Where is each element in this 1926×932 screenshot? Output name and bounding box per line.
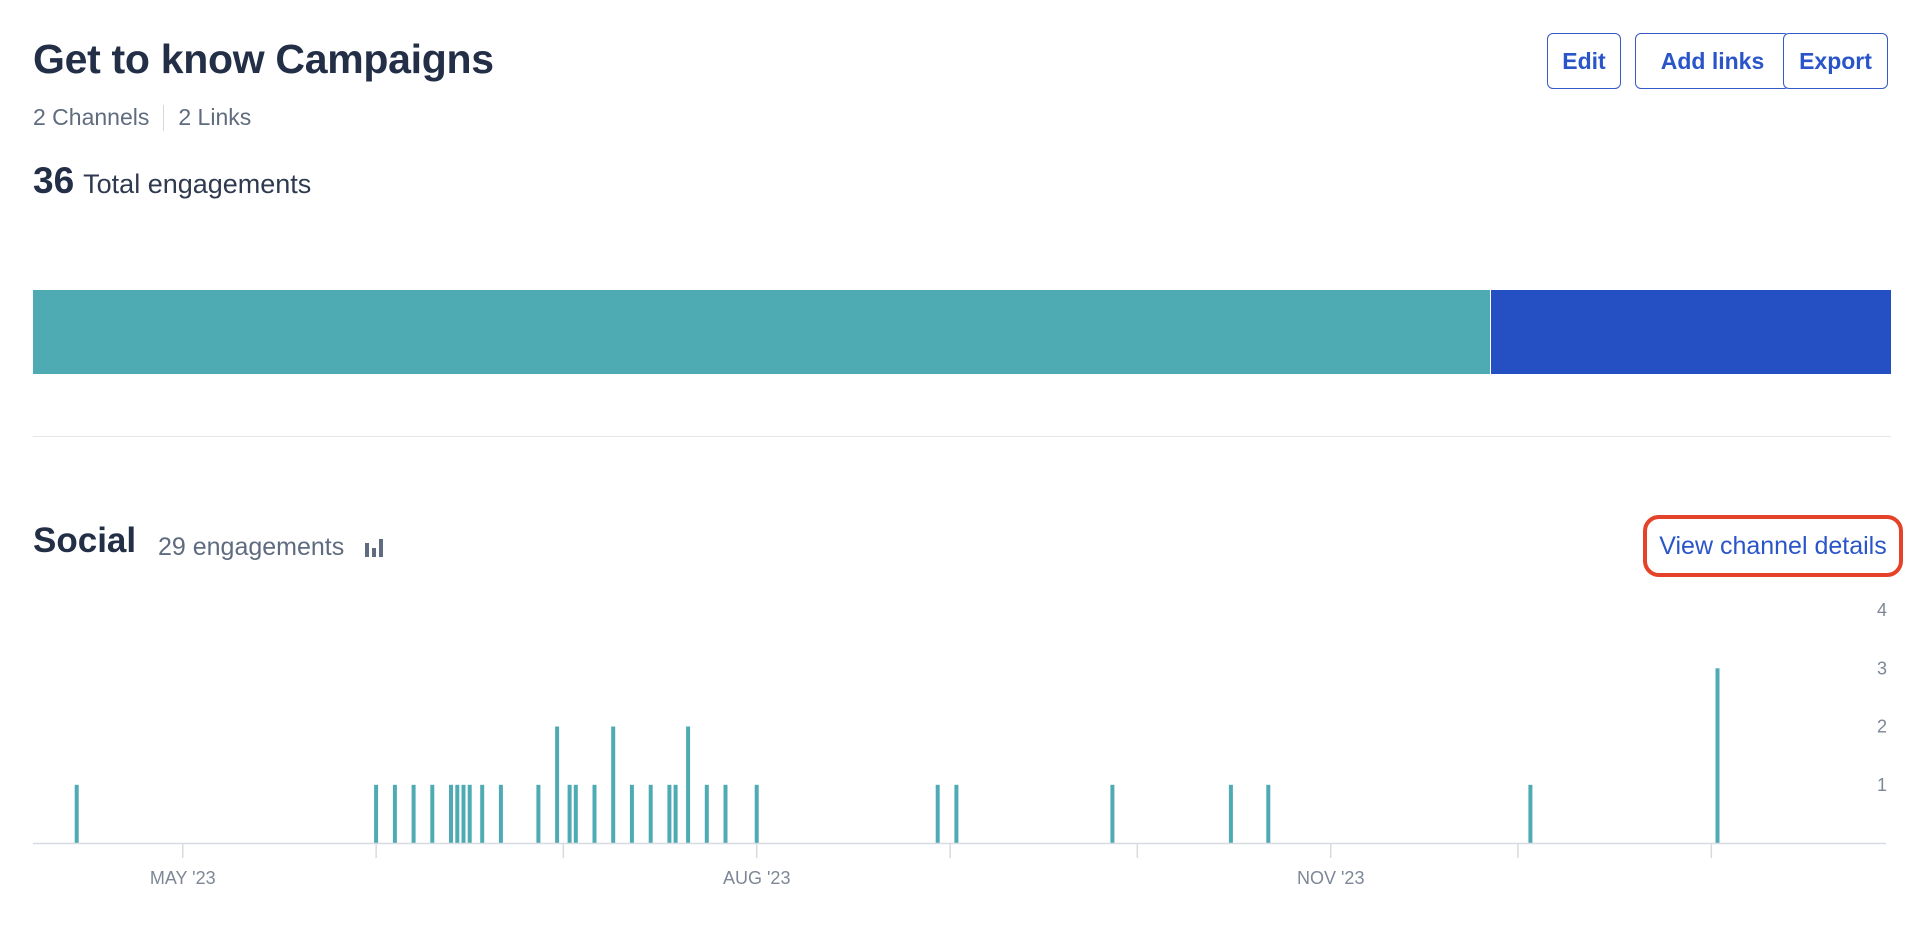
chart-bar[interactable] <box>1266 784 1271 844</box>
chart-bar[interactable] <box>411 784 416 844</box>
chart-bar[interactable] <box>1110 784 1115 844</box>
chart-bar[interactable] <box>673 784 678 844</box>
y-tick-label: 2 <box>1877 717 1887 737</box>
chart-bar[interactable] <box>611 726 616 844</box>
chart-bar[interactable] <box>498 784 503 844</box>
x-tick-label: NOV '23 <box>1297 868 1364 888</box>
chart-bar[interactable] <box>686 726 691 844</box>
chart-bar[interactable] <box>449 784 453 844</box>
chart-bar[interactable] <box>704 784 709 844</box>
chart-bar[interactable] <box>629 784 634 844</box>
chart-bar[interactable] <box>461 784 466 844</box>
chart-bar[interactable] <box>455 784 460 844</box>
chart-bar[interactable] <box>667 784 672 844</box>
x-tick-label: MAY '23 <box>150 868 216 888</box>
chart-bar[interactable] <box>1228 784 1233 844</box>
x-tick-label: AUG '23 <box>723 868 790 888</box>
chart-bar[interactable] <box>467 784 472 844</box>
chart-bar[interactable] <box>592 784 597 844</box>
chart-bar[interactable] <box>754 784 759 844</box>
chart-bar[interactable] <box>374 784 379 844</box>
chart-bar[interactable] <box>480 784 485 844</box>
chart-bar[interactable] <box>935 784 940 844</box>
chart-bar[interactable] <box>1715 668 1720 844</box>
chart-bar[interactable] <box>555 726 560 844</box>
chart-bar[interactable] <box>392 784 397 844</box>
chart-bar[interactable] <box>1528 784 1533 844</box>
y-tick-label: 4 <box>1877 600 1887 620</box>
chart-bar[interactable] <box>723 784 728 844</box>
y-tick-label: 1 <box>1877 775 1887 795</box>
chart-bar[interactable] <box>567 784 572 844</box>
y-tick-label: 3 <box>1877 658 1887 678</box>
chart-bar[interactable] <box>648 784 653 844</box>
chart-bar[interactable] <box>430 784 435 844</box>
social-engagements-chart: MAY '23 AUG '23 NOV '23 1 2 3 4 <box>33 600 1887 888</box>
chart-bar[interactable] <box>74 784 79 844</box>
chart-bar[interactable] <box>573 784 578 844</box>
chart-bar[interactable] <box>536 784 541 844</box>
chart-bar[interactable] <box>954 784 959 844</box>
